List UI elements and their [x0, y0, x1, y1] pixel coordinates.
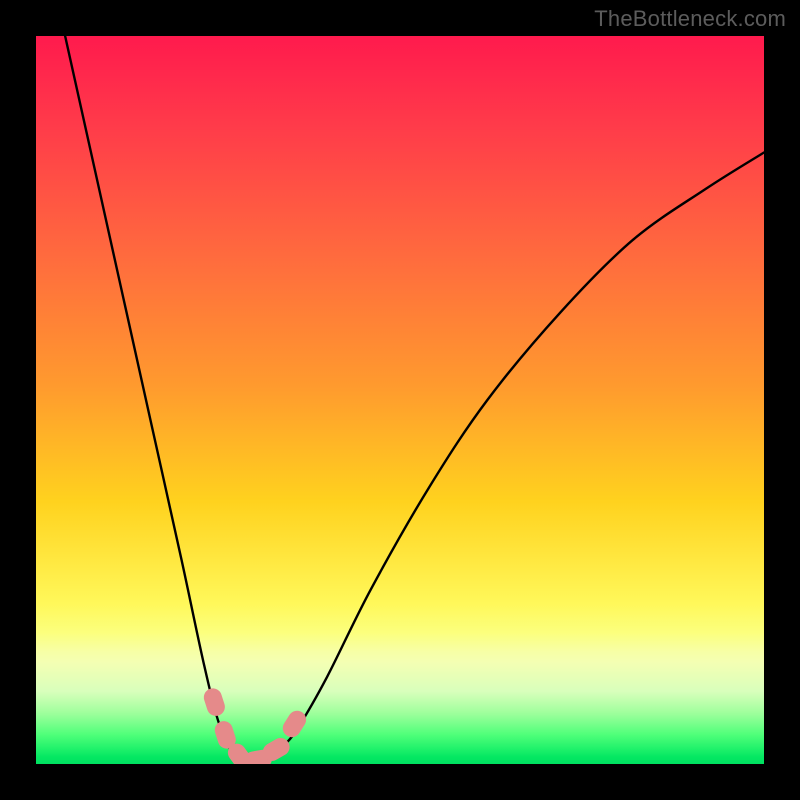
highlight-1: [202, 686, 228, 718]
plot-area: [36, 36, 764, 764]
chart-frame: TheBottleneck.com: [0, 0, 800, 800]
bottleneck-curve: [65, 36, 764, 761]
curve-layer: [36, 36, 764, 764]
highlight-6: [279, 707, 309, 740]
attribution-text: TheBottleneck.com: [594, 6, 786, 32]
trough-markers: [202, 686, 310, 764]
